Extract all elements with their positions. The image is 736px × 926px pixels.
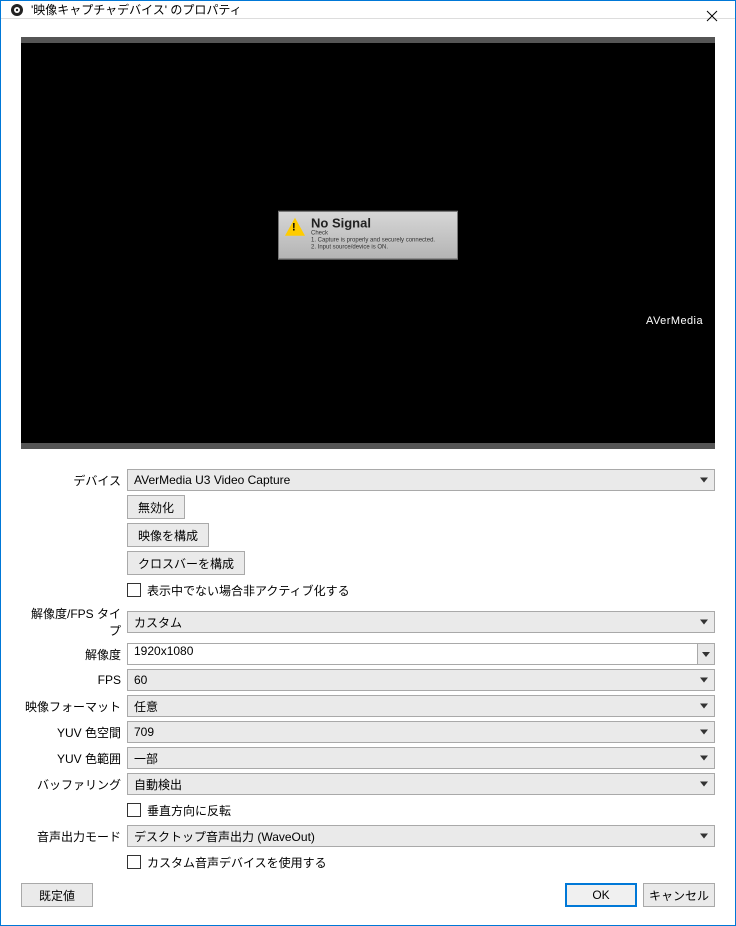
- resfps-type-select[interactable]: カスタム: [127, 611, 715, 633]
- no-signal-sub: Check: [311, 231, 435, 238]
- video-preview: No Signal Check 1. Capture is properly a…: [21, 43, 715, 443]
- yuv-range-select[interactable]: 一部: [127, 747, 715, 769]
- warning-icon: [285, 218, 305, 236]
- window-title: '映像キャプチャデバイス' のプロパティ: [31, 1, 242, 18]
- resolution-combo[interactable]: 1920x1080: [127, 643, 715, 665]
- buffering-value: 自動検出: [134, 776, 182, 793]
- label-fps: FPS: [21, 673, 121, 687]
- app-icon: [9, 2, 25, 18]
- flip-vertical-label: 垂直方向に反転: [147, 802, 231, 819]
- ok-button[interactable]: OK: [565, 883, 637, 907]
- no-signal-title: No Signal: [311, 216, 435, 231]
- audio-output-mode-select[interactable]: デスクトップ音声出力 (WaveOut): [127, 825, 715, 847]
- label-device: デバイス: [21, 472, 121, 489]
- deactivate-checkbox[interactable]: [127, 583, 141, 597]
- defaults-button[interactable]: 既定値: [21, 883, 93, 907]
- fps-select[interactable]: 60: [127, 669, 715, 691]
- no-signal-overlay: No Signal Check 1. Capture is properly a…: [278, 211, 458, 260]
- buffering-select[interactable]: 自動検出: [127, 773, 715, 795]
- cancel-button[interactable]: キャンセル: [643, 883, 715, 907]
- custom-audio-device-label: カスタム音声デバイスを使用する: [147, 854, 327, 871]
- dialog-footer: 既定値 OK キャンセル: [21, 873, 715, 915]
- no-signal-line1: 1. Capture is properly and securely conn…: [311, 238, 435, 245]
- no-signal-text: No Signal Check 1. Capture is properly a…: [311, 216, 435, 253]
- resolution-dropdown-button[interactable]: [697, 643, 715, 665]
- label-buffering: バッファリング: [21, 776, 121, 793]
- properties-dialog: '映像キャプチャデバイス' のプロパティ No Signal Check 1. …: [0, 0, 736, 926]
- preview-frame: No Signal Check 1. Capture is properly a…: [21, 37, 715, 449]
- yuv-range-value: 一部: [134, 750, 158, 767]
- yuv-space-select[interactable]: 709: [127, 721, 715, 743]
- content-area: No Signal Check 1. Capture is properly a…: [1, 19, 735, 925]
- configure-video-button[interactable]: 映像を構成: [127, 523, 209, 547]
- label-video-format: 映像フォーマット: [21, 698, 121, 715]
- close-button[interactable]: [689, 1, 735, 31]
- label-audio-output-mode: 音声出力モード: [21, 828, 121, 845]
- device-select-value: AVerMedia U3 Video Capture: [134, 473, 290, 487]
- titlebar: '映像キャプチャデバイス' のプロパティ: [1, 1, 735, 19]
- brand-watermark: AVerMedia: [646, 315, 703, 327]
- close-icon: [706, 10, 718, 22]
- yuv-space-value: 709: [134, 725, 154, 739]
- resolution-input[interactable]: 1920x1080: [127, 643, 697, 665]
- video-format-value: 任意: [134, 698, 158, 715]
- label-resfps-type: 解像度/FPS タイプ: [21, 605, 121, 639]
- configure-crossbar-button[interactable]: クロスバーを構成: [127, 551, 245, 575]
- disable-button[interactable]: 無効化: [127, 495, 185, 519]
- flip-vertical-checkbox[interactable]: [127, 803, 141, 817]
- label-resolution: 解像度: [21, 646, 121, 663]
- device-select[interactable]: AVerMedia U3 Video Capture: [127, 469, 715, 491]
- resfps-type-value: カスタム: [134, 614, 182, 631]
- label-yuv-range: YUV 色範囲: [21, 750, 121, 767]
- video-format-select[interactable]: 任意: [127, 695, 715, 717]
- deactivate-checkbox-label: 表示中でない場合非アクティブ化する: [147, 582, 350, 599]
- label-yuv-space: YUV 色空間: [21, 724, 121, 741]
- fps-value: 60: [134, 673, 147, 687]
- custom-audio-device-checkbox[interactable]: [127, 855, 141, 869]
- no-signal-line2: 2. Input source/device is ON.: [311, 245, 435, 252]
- form-area: デバイス AVerMedia U3 Video Capture 無効化: [21, 469, 715, 873]
- audio-output-mode-value: デスクトップ音声出力 (WaveOut): [134, 828, 315, 845]
